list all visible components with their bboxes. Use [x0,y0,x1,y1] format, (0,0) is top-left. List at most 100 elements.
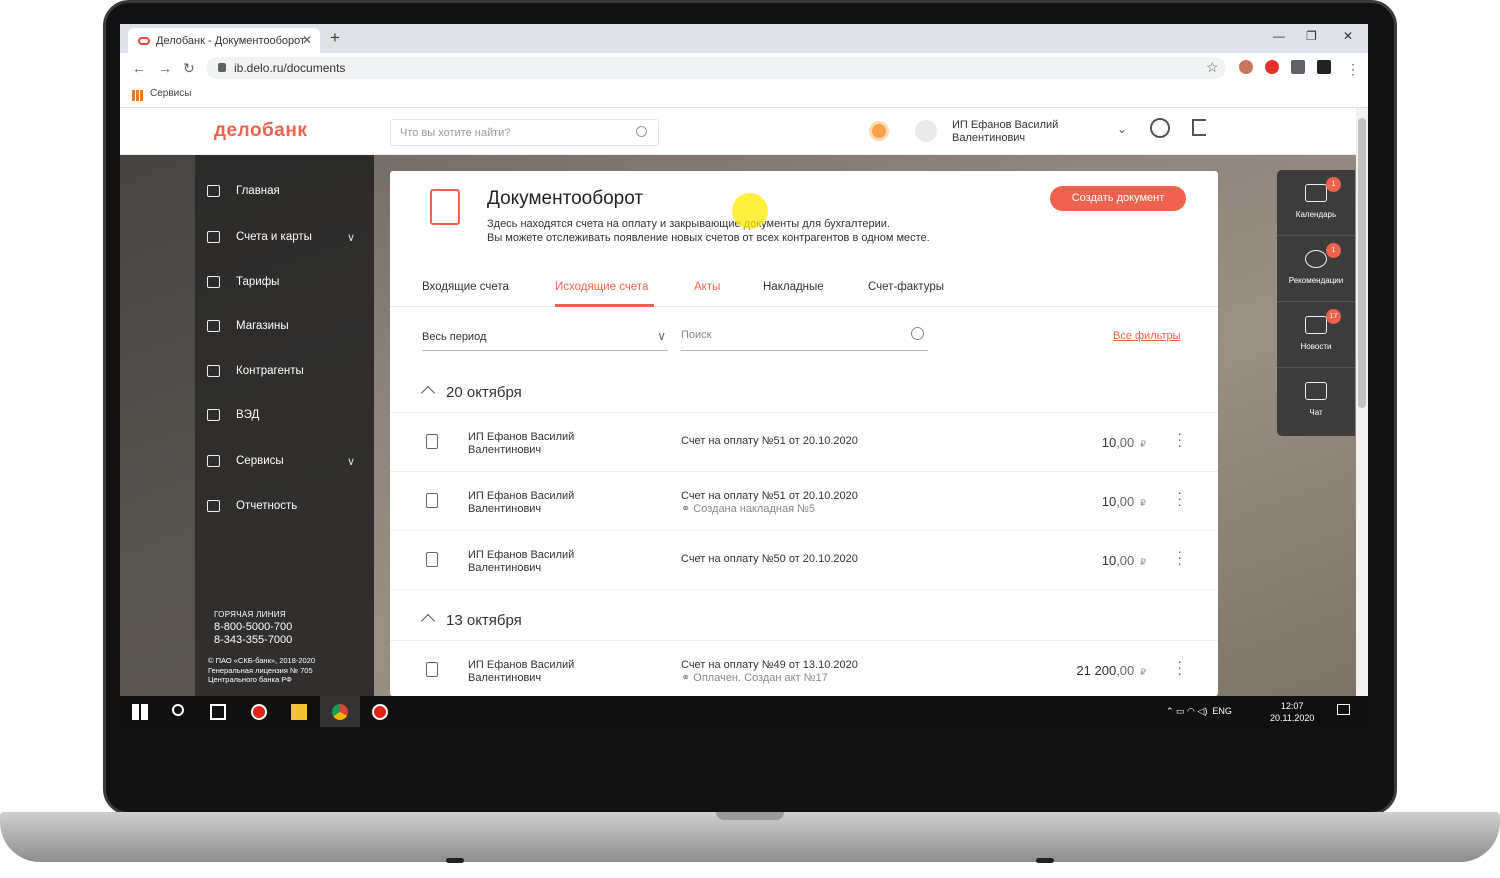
news-button[interactable]: Новости 17 [1277,302,1355,368]
chat-button[interactable]: Чат [1277,368,1355,434]
chevron-up-icon[interactable] [420,385,436,401]
gear-icon[interactable] [1150,118,1170,138]
active-tab-indicator [555,304,654,307]
chevron-down-icon[interactable]: ∨ [347,231,355,244]
adblock-icon[interactable] [1265,60,1279,74]
browser-tab[interactable]: Делобанк - Документооборот ✕ [128,28,320,53]
scrollbar-thumb[interactable] [1358,118,1366,408]
chrome-app[interactable] [320,696,360,727]
search-icon[interactable] [911,327,924,340]
logout-icon[interactable] [1192,119,1206,136]
doc-line: Счет на оплату №49 от 13.10.2020 [681,659,858,671]
tab-waybills[interactable]: Накладные [763,281,824,293]
sidebar-item-tariffs[interactable]: Тарифы [207,276,279,288]
mw-extension-icon[interactable] [1317,60,1331,74]
period-select[interactable]: Весь период ∨ [422,325,668,351]
more-options-icon[interactable]: · · · [1177,485,1182,511]
table-row[interactable]: ИП Ефанов Василий Валентинович Счет на оп… [390,472,1218,531]
close-tab-icon[interactable]: ✕ [302,33,312,47]
explorer-app[interactable] [279,696,319,727]
hotline-phone[interactable]: 8-343-355-7000 [214,634,292,647]
reload-icon[interactable]: ↻ [183,60,195,77]
chevron-down-icon[interactable]: ∨ [347,455,355,468]
amount-value: 21 200 [1076,663,1117,678]
bookmark-star-icon[interactable]: ☆ [1206,59,1219,76]
more-options-icon[interactable]: · · · [1177,544,1182,570]
search-icon[interactable] [636,126,647,137]
notifications-button[interactable] [1325,696,1365,727]
table-row[interactable]: ИП Ефанов Василий Валентинович Счет на оп… [390,531,1218,590]
hotline-phone[interactable]: 8-800-5000-700 [214,621,292,634]
sidebar-item-label: Сервисы [236,455,284,467]
system-tray[interactable]: ⌃ ▭ ◠ ◁) ENG [1166,706,1232,717]
chrome-icon [332,704,348,720]
calendar-button[interactable]: Календарь 1 [1277,170,1355,236]
tab-incoming[interactable]: Входящие счета [422,281,509,293]
close-window-button[interactable]: ✕ [1343,29,1353,43]
menu-dots-icon[interactable]: ⋮ [1346,61,1360,78]
sidebar-item-accounts[interactable]: Счета и карты ∨ [207,231,355,244]
tab-acts[interactable]: Акты [694,281,720,293]
sidebar-item-label: Счета и карты [236,231,312,243]
date: 20.11.2020 [1270,713,1315,723]
clock[interactable]: 12:07 20.11.2020 [1270,700,1314,724]
create-document-button[interactable]: Создать документ [1050,186,1186,211]
extension-icon[interactable] [1239,60,1253,74]
recorder-app[interactable] [239,696,279,727]
sidebar-item-home[interactable]: Главная [207,185,280,197]
date-group-header[interactable]: 13 октября [420,612,522,629]
search-taskbar-button[interactable] [160,696,200,727]
linked-document-icon [426,662,438,677]
tab-invoices[interactable]: Счет-фактуры [868,281,944,293]
tab-outgoing[interactable]: Исходящие счета [555,281,648,293]
search-input[interactable]: Что вы хотите найти? [390,119,659,146]
lock-icon [218,63,226,72]
logo[interactable]: делобанк [214,120,307,142]
sidebar-item-contractors[interactable]: Контрагенты [207,365,304,377]
notification-badge: 17 [1326,309,1341,324]
task-view-button[interactable] [198,696,238,727]
group-date: 20 октября [446,384,522,401]
recommendations-label: Рекомендации [1288,276,1344,285]
bookmark-services[interactable]: Сервисы [150,88,191,99]
bonus-coin-icon[interactable] [869,121,889,141]
subtitle-line: Здесь находятся счета на оплату и закрыв… [487,218,890,230]
back-icon[interactable]: ← [132,60,146,76]
more-options-icon[interactable]: · · · [1177,654,1182,680]
all-filters-link[interactable]: Все фильтры [1113,330,1181,342]
url-field[interactable]: ib.delo.ru/documents [206,57,1226,79]
recommendations-button[interactable]: Рекомендации 1 [1277,236,1355,302]
name-line: ИП Ефанов Василий [468,549,575,561]
language-indicator[interactable]: ENG [1212,706,1232,716]
table-row[interactable]: ИП Ефанов Василий Валентинович Счет на оп… [390,641,1218,696]
period-value: Весь период [422,331,487,343]
date-group-header[interactable]: 20 октября [420,384,522,401]
sidebar-item-services[interactable]: Сервисы ∨ [207,455,355,468]
recorder-app[interactable] [360,696,400,727]
document-title: Счет на оплату №51 от 20.10.2020 ⚭ Создан… [681,490,858,516]
amount: 10,00 ₽ [1102,494,1146,509]
amount-cents: ,00 [1116,494,1135,509]
puzzle-icon[interactable] [1291,60,1305,74]
chevron-down-icon[interactable]: ⌄ [1117,122,1127,136]
new-tab-button[interactable]: + [330,28,340,48]
sidebar-item-reports[interactable]: Отчетность [207,500,297,512]
sidebar-item-shops[interactable]: Магазины [207,320,289,332]
restore-button[interactable]: ❐ [1306,29,1317,43]
user-name[interactable]: ИП Ефанов Василий Валентинович [952,119,1092,145]
news-label: Новости [1300,342,1332,351]
windows-icon [132,704,148,720]
chevron-up-icon[interactable] [420,613,436,629]
forward-icon[interactable]: → [158,60,172,76]
apps-grid-icon[interactable] [132,90,143,101]
start-button[interactable] [120,696,160,727]
screen: Делобанк - Документооборот ✕ + — ❐ ✕ ← →… [120,24,1368,727]
sidebar-item-ved[interactable]: ВЭД [207,409,259,421]
table-row[interactable]: ИП Ефанов Василий Валентинович Счет на оп… [390,413,1218,472]
document-search-input[interactable]: Поиск [681,325,928,351]
copyright-line: Генеральная лицензия № 705 [208,665,313,675]
page-scrollbar[interactable] [1356,108,1368,696]
site-header: делобанк Что вы хотите найти? ИП Ефанов … [120,108,1356,155]
more-options-icon[interactable]: · · · [1177,426,1182,452]
minimize-button[interactable]: — [1273,29,1285,43]
